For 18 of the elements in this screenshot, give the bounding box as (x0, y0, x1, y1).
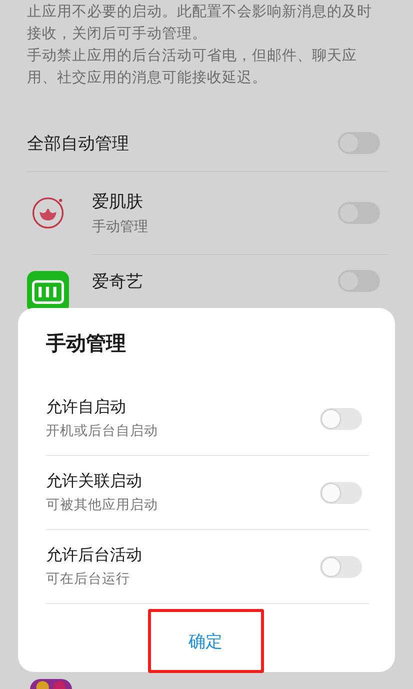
toggle-switch[interactable] (320, 408, 362, 430)
option-label: 允许后台活动 (46, 545, 142, 566)
description-text: 手动禁止应用的后台活动可省电，但邮件、聊天应用、社交应用的消息可能接收延迟。 (27, 46, 358, 88)
confirm-button[interactable]: 确定 (148, 609, 264, 673)
app-name: 爱肌肤 (92, 190, 144, 212)
app-name: 爱奇艺 (92, 271, 143, 293)
option-hint: 可被其他应用启动 (46, 496, 158, 514)
option-hint: 可在后台运行 (46, 570, 131, 588)
option-label: 允许自启动 (46, 397, 127, 418)
description-text: 止应用不必要的启动。此配置不会影响新消息的及时接收，关闭后可手动管理。 (27, 2, 373, 44)
toggle-switch[interactable] (320, 482, 362, 504)
toggle-switch[interactable] (320, 556, 362, 578)
option-hint: 开机或后台自启动 (46, 422, 158, 440)
option-label: 允许关联启动 (46, 471, 143, 492)
dialog-title: 手动管理 (46, 330, 127, 357)
app-status: 手动管理 (92, 218, 148, 236)
game-app-icon (30, 679, 72, 689)
setting-label: 全部自动管理 (27, 132, 129, 154)
